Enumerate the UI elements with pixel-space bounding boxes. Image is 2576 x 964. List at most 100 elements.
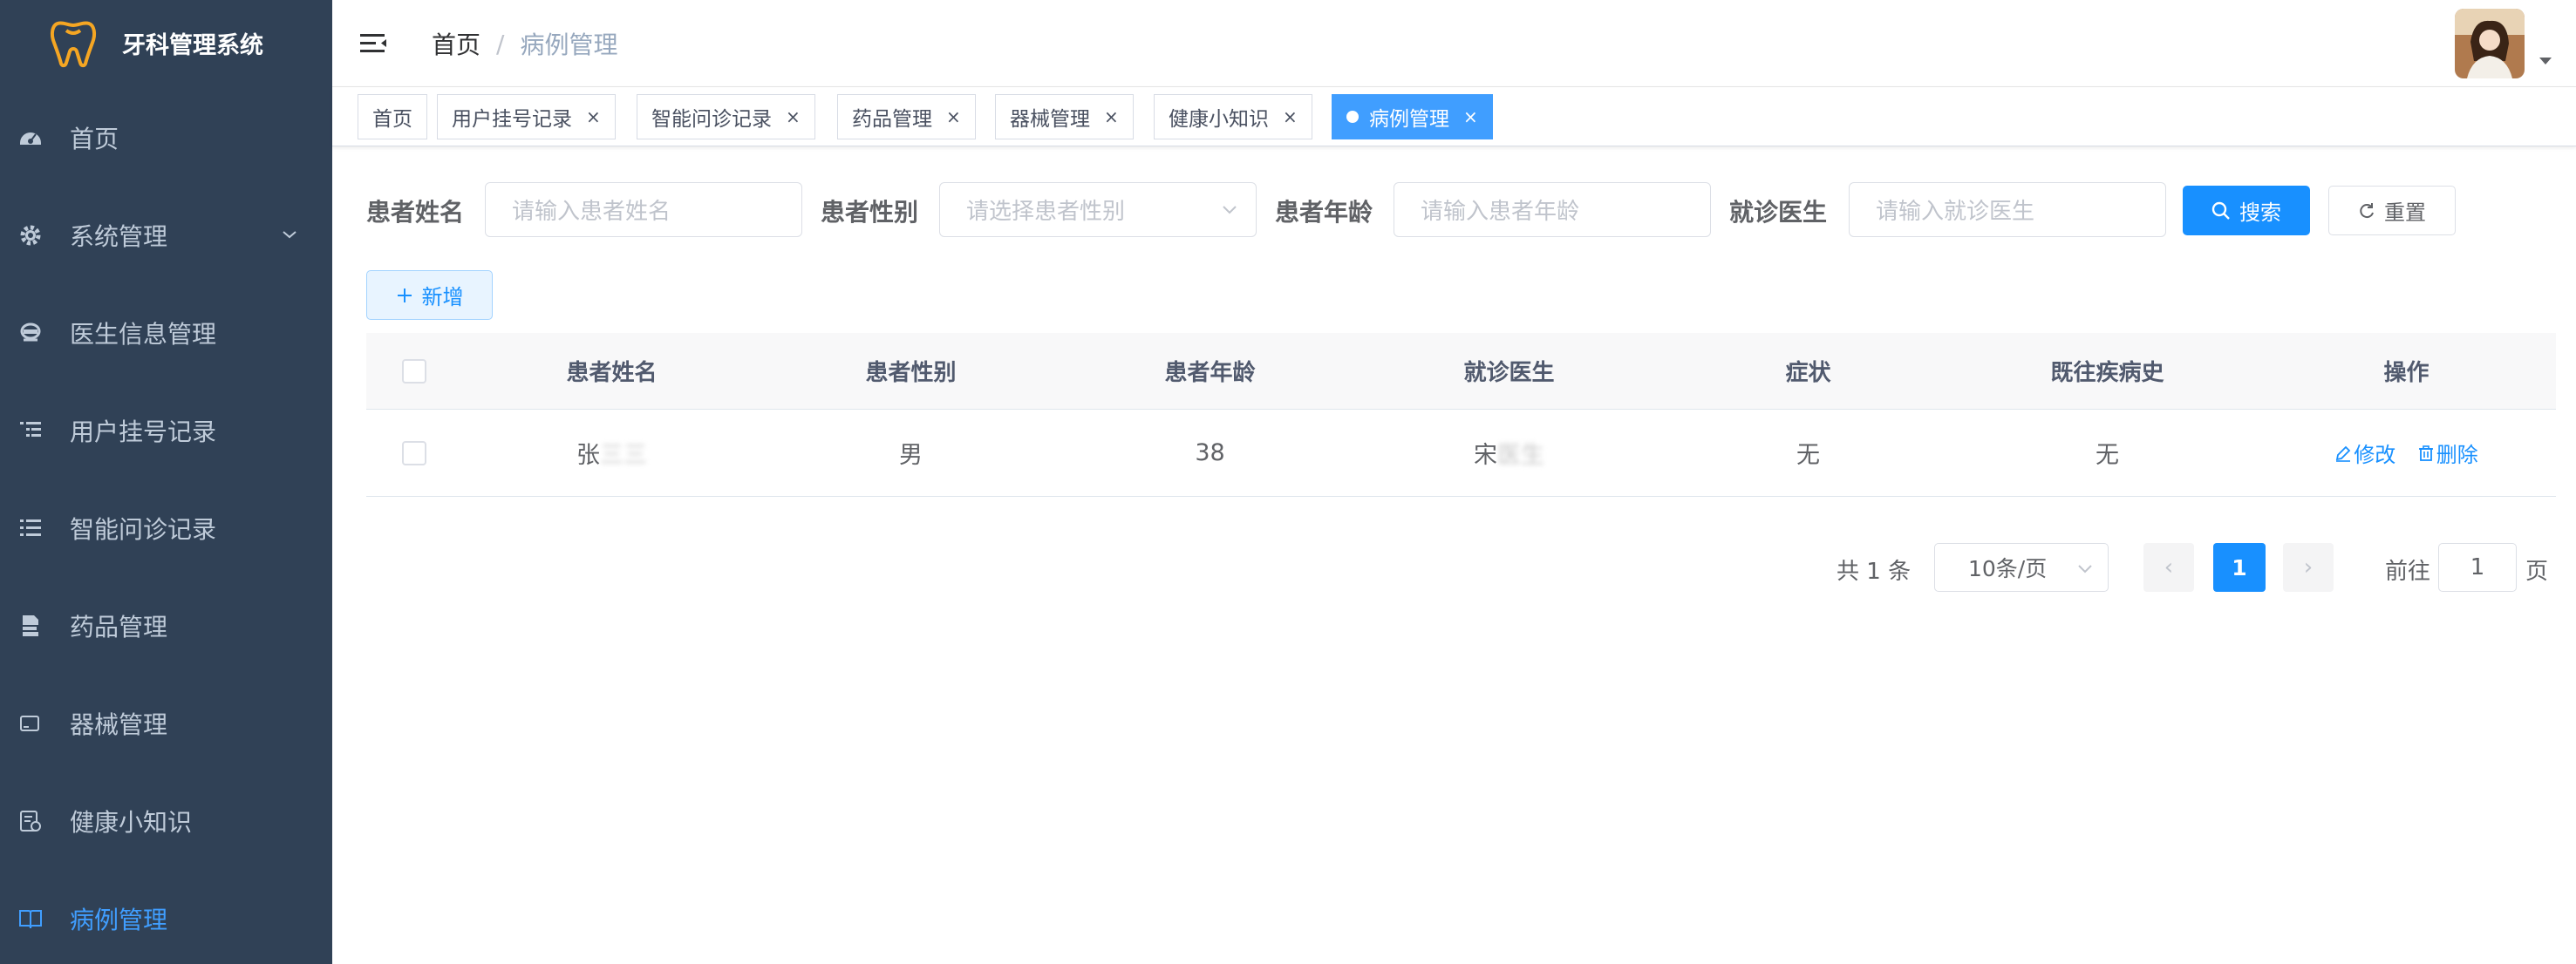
pagination-total: 共 1 条 bbox=[1837, 559, 1912, 585]
sidebar-item-knowledge[interactable]: 健康小知识 bbox=[0, 777, 332, 865]
gear-icon bbox=[17, 222, 44, 248]
cell-history: 无 bbox=[2096, 442, 2119, 469]
sidebar-item-label: 用户挂号记录 bbox=[70, 418, 217, 446]
sidebar-item-equipment[interactable]: 器械管理 bbox=[0, 680, 332, 767]
col-history: 既往疾病史 bbox=[2050, 360, 2164, 386]
page-size-select[interactable]: 10条/页 bbox=[1934, 543, 2109, 592]
placeholder: 请输入患者年龄 bbox=[1421, 199, 1580, 225]
placeholder: 请输入患者姓名 bbox=[512, 199, 671, 225]
patient-age-label: 患者年龄 bbox=[1275, 198, 1373, 227]
cell-age: 38 bbox=[1195, 439, 1225, 466]
tag-label: 药品管理 bbox=[852, 108, 932, 131]
delete-button[interactable]: 删除 bbox=[2417, 438, 2478, 468]
tag-label: 首页 bbox=[372, 108, 412, 131]
sidebar: 牙科管理系统 首页 系统管理 医生信息管理 用户挂号记录 智能问诊记录 药品管理… bbox=[0, 0, 332, 964]
chevron-down-icon bbox=[1223, 206, 1237, 214]
col-patient-name: 患者姓名 bbox=[566, 360, 658, 386]
breadcrumb-home[interactable]: 首页 bbox=[432, 26, 480, 61]
cell-gender: 男 bbox=[899, 442, 923, 469]
table-row: 张三三 男 38 宋医生 无 无 修改 删除 bbox=[366, 410, 2556, 497]
tag-cases[interactable]: 病例管理 × bbox=[1332, 94, 1493, 139]
cell-text: 张 bbox=[576, 442, 600, 469]
pdf-icon bbox=[17, 613, 44, 639]
page-number-current[interactable]: 1 bbox=[2213, 543, 2266, 592]
sidebar-item-home[interactable]: 首页 bbox=[0, 94, 332, 181]
tag-equipment[interactable]: 器械管理 × bbox=[995, 94, 1134, 139]
tablet-icon bbox=[17, 710, 44, 737]
chevron-down-icon bbox=[2078, 565, 2092, 574]
add-button[interactable]: 新增 bbox=[366, 270, 493, 320]
sidebar-item-registration[interactable]: 用户挂号记录 bbox=[0, 387, 332, 474]
close-icon[interactable]: × bbox=[1283, 106, 1298, 127]
hamburger-icon[interactable] bbox=[358, 29, 388, 58]
tags-view: 首页 用户挂号记录 × 智能问诊记录 × 药品管理 × 器械管理 × 健康小知识… bbox=[332, 87, 2576, 146]
edit-button[interactable]: 修改 bbox=[2334, 438, 2395, 468]
cell-symptom: 无 bbox=[1796, 442, 1820, 469]
search-icon bbox=[2211, 201, 2230, 220]
doctor-input[interactable]: 请输入就诊医生 bbox=[1849, 182, 2166, 237]
sidebar-item-label: 医生信息管理 bbox=[70, 320, 217, 349]
book-icon bbox=[17, 906, 44, 932]
app-title: 牙科管理系统 bbox=[122, 31, 263, 59]
knowledge-icon bbox=[17, 808, 44, 834]
close-icon[interactable]: × bbox=[586, 106, 601, 127]
prev-page-button[interactable]: ‹ bbox=[2143, 543, 2194, 592]
trash-icon bbox=[2418, 445, 2433, 461]
close-icon[interactable]: × bbox=[1463, 106, 1478, 127]
search-button[interactable]: 搜索 bbox=[2183, 186, 2310, 235]
breadcrumb-separator: / bbox=[496, 29, 505, 58]
sidebar-item-label: 病例管理 bbox=[70, 906, 168, 934]
edit-icon bbox=[2336, 445, 2351, 462]
close-icon[interactable]: × bbox=[1104, 106, 1119, 127]
doctor-label: 就诊医生 bbox=[1729, 198, 1828, 227]
caret-down-icon[interactable] bbox=[2539, 58, 2552, 64]
tag-home[interactable]: 首页 bbox=[358, 94, 427, 139]
active-dot-icon bbox=[1346, 111, 1359, 123]
avatar[interactable] bbox=[2455, 9, 2525, 78]
cell-text: 宋 bbox=[1474, 442, 1497, 469]
col-doctor: 就诊医生 bbox=[1463, 360, 1555, 386]
sidebar-item-consultation[interactable]: 智能问诊记录 bbox=[0, 485, 332, 572]
add-button-label: 新增 bbox=[421, 285, 464, 309]
cases-table: 患者姓名 患者性别 患者年龄 就诊医生 症状 既往疾病史 操作 张三三 男 38… bbox=[366, 333, 2556, 497]
patient-name-label: 患者姓名 bbox=[366, 198, 465, 227]
close-icon[interactable]: × bbox=[786, 106, 801, 127]
tag-consultation[interactable]: 智能问诊记录 × bbox=[637, 94, 815, 139]
tag-knowledge[interactable]: 健康小知识 × bbox=[1154, 94, 1312, 139]
tag-label: 健康小知识 bbox=[1169, 108, 1269, 131]
breadcrumb: 首页 / 病例管理 bbox=[432, 26, 617, 61]
tag-medicine[interactable]: 药品管理 × bbox=[837, 94, 976, 139]
logo: 牙科管理系统 bbox=[0, 0, 332, 85]
chevron-right-icon: › bbox=[2303, 554, 2314, 580]
patient-gender-label: 患者性别 bbox=[821, 198, 919, 227]
sidebar-item-label: 健康小知识 bbox=[70, 808, 193, 837]
page-suffix-label: 页 bbox=[2525, 559, 2549, 585]
col-age: 患者年龄 bbox=[1164, 360, 1256, 386]
sidebar-item-cases[interactable]: 病例管理 bbox=[0, 875, 332, 962]
patient-gender-select[interactable]: 请选择患者性别 bbox=[939, 182, 1257, 237]
table-header: 患者姓名 患者性别 患者年龄 就诊医生 症状 既往疾病史 操作 bbox=[366, 333, 2556, 410]
chevron-down-icon bbox=[283, 231, 296, 239]
tag-label: 器械管理 bbox=[1010, 108, 1090, 131]
goto-page-input[interactable]: 1 bbox=[2438, 543, 2517, 592]
tag-label: 智能问诊记录 bbox=[651, 108, 772, 131]
search-button-label: 搜索 bbox=[2239, 200, 2281, 225]
sidebar-item-label: 药品管理 bbox=[70, 613, 168, 642]
reset-button[interactable]: 重置 bbox=[2328, 186, 2456, 235]
patient-age-input[interactable]: 请输入患者年龄 bbox=[1394, 182, 1711, 237]
tag-registration[interactable]: 用户挂号记录 × bbox=[437, 94, 616, 139]
next-page-button[interactable]: › bbox=[2283, 543, 2334, 592]
select-all-checkbox[interactable] bbox=[402, 358, 426, 384]
sidebar-item-doctor[interactable]: 医生信息管理 bbox=[0, 289, 332, 377]
sidebar-item-system[interactable]: 系统管理 bbox=[0, 192, 332, 279]
refresh-icon bbox=[2360, 202, 2374, 218]
patient-name-input[interactable]: 请输入患者姓名 bbox=[485, 182, 802, 237]
row-checkbox[interactable] bbox=[402, 440, 426, 465]
sidebar-item-medicine[interactable]: 药品管理 bbox=[0, 582, 332, 669]
navbar: 首页 / 病例管理 bbox=[332, 0, 2576, 87]
placeholder: 请选择患者性别 bbox=[966, 199, 1126, 225]
close-icon[interactable]: × bbox=[946, 106, 961, 127]
list-icon bbox=[17, 515, 44, 541]
cell-text-blurred: 医生 bbox=[1497, 442, 1544, 469]
doctor-icon bbox=[17, 320, 44, 346]
